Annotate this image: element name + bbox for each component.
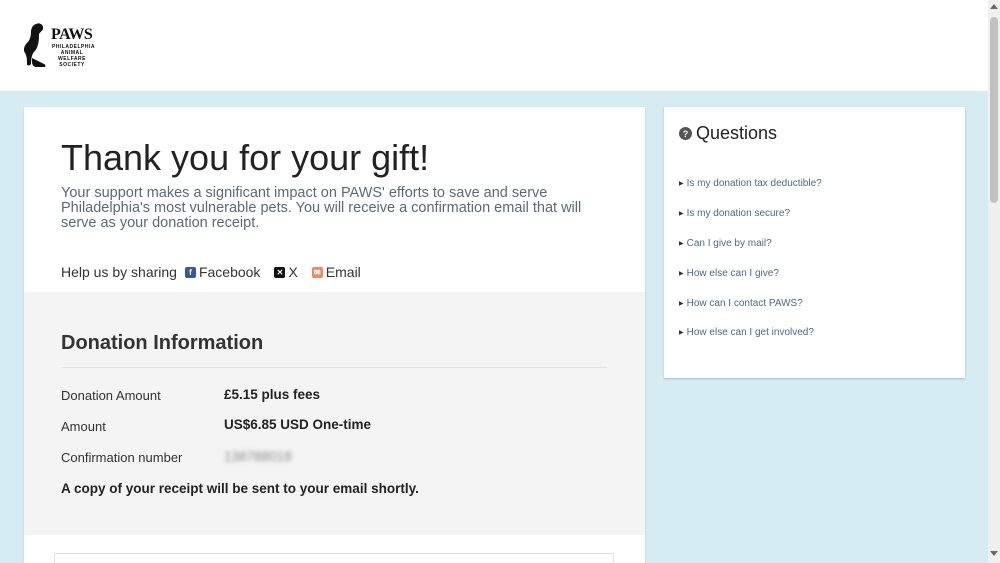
thank-you-message: Your support makes a significant impact …: [61, 185, 582, 231]
amount-value: US$6.85 USD One-time: [224, 417, 372, 432]
share-x-label: X: [288, 264, 298, 280]
share-email-label: Email: [325, 264, 361, 280]
next-card: [54, 553, 614, 563]
paws-logo[interactable]: PAWS PHILADELPHIA ANIMAL WELFARE SOCIETY: [22, 22, 95, 70]
caret-right-icon: ▶: [679, 181, 684, 188]
section-divider: [61, 367, 607, 368]
site-header: PAWS PHILADELPHIA ANIMAL WELFARE SOCIETY: [0, 0, 988, 91]
share-email-link[interactable]: ✉ Email: [311, 264, 361, 280]
faq-item-label: Is my donation tax deductible?: [686, 178, 822, 190]
share-facebook-label: Facebook: [198, 264, 261, 280]
faq-item[interactable]: ▶ How can I contact PAWS?: [679, 288, 822, 318]
faq-item-label: Is my donation secure?: [686, 208, 791, 220]
share-label: Help us by sharing: [61, 264, 177, 280]
faq-item-label: Can I give by mail?: [686, 237, 772, 249]
confirmation-number-value: 138788018: [224, 449, 292, 464]
faq-item[interactable]: ▶ Is my donation secure?: [679, 199, 822, 229]
page-title: Thank you for your gift!: [61, 137, 430, 178]
amount-label: Amount: [61, 419, 106, 434]
question-circle-icon: ?: [679, 127, 692, 140]
share-x-link[interactable]: ✕ X: [274, 264, 298, 280]
logo-title: PAWS: [51, 26, 93, 43]
faq-item[interactable]: ▶ How else can I get involved?: [679, 318, 822, 348]
donation-section-title: Donation Information: [61, 332, 264, 354]
scroll-down-arrow-icon[interactable]: [990, 551, 998, 556]
faq-item[interactable]: ▶ Is my donation tax deductible?: [679, 169, 822, 199]
confirmation-number-label: Confirmation number: [61, 450, 183, 465]
faq-item-label: How else can I give?: [686, 267, 779, 279]
faq-item[interactable]: ▶ How else can I give?: [679, 258, 822, 288]
questions-header: ? Questions: [679, 123, 777, 144]
facebook-icon: f: [184, 266, 196, 278]
caret-right-icon: ▶: [679, 330, 684, 337]
share-facebook-link[interactable]: f Facebook: [184, 264, 261, 280]
caret-right-icon: ▶: [679, 300, 684, 307]
thank-you-card: Thank you for your gift! Your support ma…: [24, 107, 645, 563]
receipt-note: A copy of your receipt will be sent to y…: [61, 481, 419, 496]
logo-subtitle: PHILADELPHIA ANIMAL WELFARE SOCIETY: [52, 44, 95, 68]
faq-item-label: How else can I get involved?: [686, 327, 814, 339]
x-icon: ✕: [274, 266, 286, 278]
caret-right-icon: ▶: [679, 270, 684, 277]
faq-item-label: How can I contact PAWS?: [686, 297, 803, 309]
faq-list: ▶ Is my donation tax deductible? ▶ Is my d…: [679, 169, 822, 348]
vertical-scrollbar[interactable]: [988, 0, 1000, 563]
scrollbar-thumb[interactable]: [990, 17, 998, 203]
donation-information-section: Donation Information Donation Amount £5.…: [24, 292, 645, 535]
dog-silhouette-icon: [23, 23, 46, 67]
questions-title: Questions: [696, 123, 778, 143]
email-icon: ✉: [311, 266, 323, 278]
donation-amount-value: £5.15 plus fees: [224, 387, 321, 402]
faq-item[interactable]: ▶ Can I give by mail?: [679, 229, 822, 259]
donation-amount-label: Donation Amount: [61, 388, 161, 403]
questions-panel: ? Questions ▶ Is my donation tax deductib…: [664, 107, 965, 378]
share-bar: Help us by sharing f Facebook ✕ X ✉ Emai…: [61, 264, 375, 280]
scroll-up-arrow-icon[interactable]: [990, 4, 998, 9]
caret-right-icon: ▶: [679, 211, 684, 218]
caret-right-icon: ▶: [679, 240, 684, 247]
